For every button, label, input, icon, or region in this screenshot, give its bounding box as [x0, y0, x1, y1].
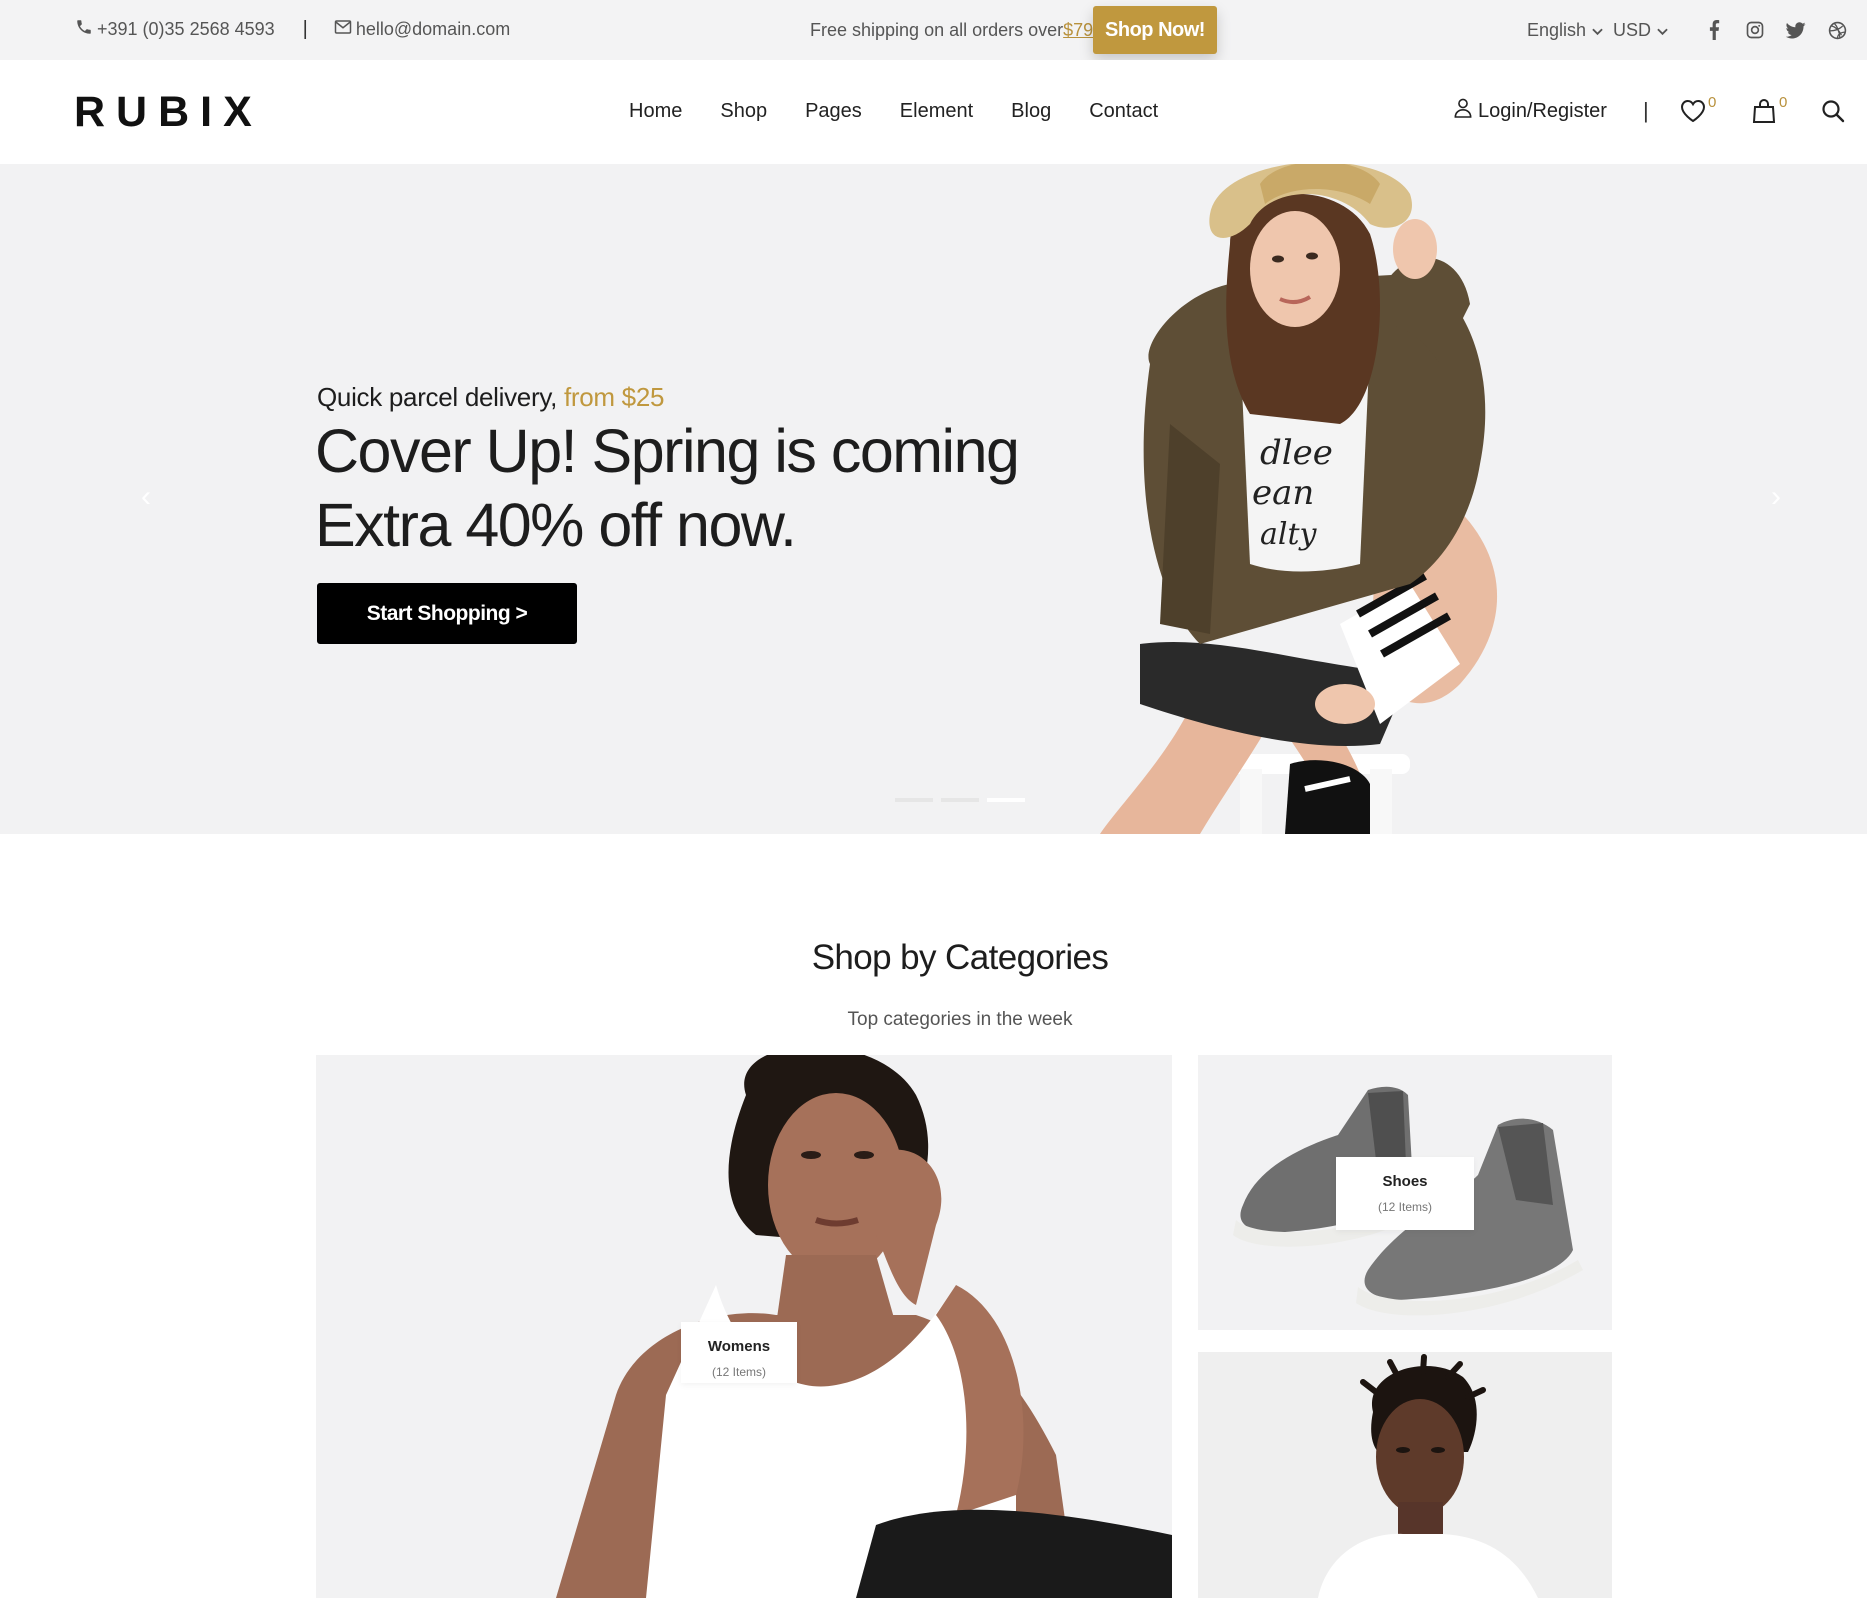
nav-contact[interactable]: Contact — [1089, 100, 1158, 123]
currency-value: USD — [1613, 20, 1652, 40]
category-count: (12 Items) — [1377, 1200, 1432, 1214]
social-links — [1703, 19, 1848, 41]
category-name: Womens — [707, 1338, 771, 1355]
cart-count: 0 — [1779, 94, 1788, 111]
instagram-icon[interactable] — [1744, 19, 1766, 41]
promo-text: Free shipping on all orders over — [810, 20, 1064, 40]
main-nav: Home Shop Pages Element Blog Contact — [629, 100, 1158, 123]
promo-amount-link[interactable]: $79 — [1063, 20, 1093, 40]
email-address: hello@domain.com — [355, 19, 511, 39]
category-count: (12 Items) — [711, 1365, 766, 1379]
slider-prev-arrow[interactable]: ‹ — [136, 480, 156, 513]
free-shipping-promo: Free shipping on all orders over$79 — [810, 20, 1093, 41]
hero-subtitle-text: Quick parcel delivery, — [317, 382, 558, 412]
language-select[interactable]: English — [1527, 20, 1603, 41]
hero-subtitle: Quick parcel delivery, from $25 — [317, 382, 664, 413]
category-badge-womens[interactable]: Womens (12 Items) — [681, 1322, 797, 1383]
phone-number: +391 (0)35 2568 4593 — [97, 19, 275, 39]
facebook-icon[interactable] — [1703, 19, 1725, 41]
slider-dots — [895, 798, 1025, 802]
nav-shop[interactable]: Shop — [720, 100, 767, 123]
category-name: Shoes — [1382, 1173, 1428, 1190]
top-bar: +391 (0)35 2568 4593 | hello@domain.com … — [0, 0, 1867, 60]
wishlist-heart-icon[interactable] — [1678, 96, 1708, 126]
hero-model-image: dlee ean alty — [1100, 164, 1498, 834]
svg-text:dlee: dlee — [1260, 433, 1333, 473]
login-register-link[interactable]: Login/Register — [1454, 98, 1607, 124]
currency-select[interactable]: USD — [1613, 20, 1668, 41]
nav-pages[interactable]: Pages — [805, 100, 862, 123]
slider-dot[interactable] — [941, 798, 979, 802]
phone-icon — [75, 18, 93, 41]
slider-next-arrow[interactable]: › — [1766, 480, 1786, 513]
category-tile-shoes[interactable]: Shoes (12 Items) — [1198, 1055, 1612, 1330]
hero-title: Cover Up! Spring is coming Extra 40% off… — [315, 414, 1115, 562]
login-register-label: Login/Register — [1478, 99, 1607, 122]
hero-title-line-1: Cover Up! Spring is coming — [315, 417, 1020, 485]
chevron-down-icon — [1592, 20, 1603, 41]
twitter-icon[interactable] — [1785, 19, 1807, 41]
envelope-icon — [334, 19, 352, 40]
categories-title: Shop by Categories — [811, 938, 1109, 977]
svg-text:ean: ean — [1252, 473, 1314, 513]
phone-link[interactable]: +391 (0)35 2568 4593 — [75, 18, 275, 41]
user-icon — [1454, 98, 1472, 124]
email-link[interactable]: hello@domain.com — [334, 19, 510, 40]
start-shopping-button[interactable]: Start Shopping > — [317, 583, 577, 644]
shopping-bag-icon[interactable] — [1749, 96, 1779, 126]
category-tile-men[interactable] — [1198, 1352, 1612, 1598]
nav-home[interactable]: Home — [629, 100, 682, 123]
header-separator: | — [1643, 98, 1649, 123]
shop-now-button[interactable]: Shop Now! — [1093, 6, 1217, 54]
hero-slider: ‹ › Quick parcel delivery, from $25 Cove… — [0, 164, 1867, 834]
dribbble-icon[interactable] — [1826, 19, 1848, 41]
slider-dot[interactable] — [895, 798, 933, 802]
category-badge-shoes[interactable]: Shoes (12 Items) — [1336, 1157, 1474, 1230]
chevron-down-icon — [1657, 20, 1668, 41]
wishlist-count: 0 — [1708, 94, 1717, 111]
language-value: English — [1527, 20, 1587, 40]
contact-separator: | — [302, 18, 308, 40]
nav-blog[interactable]: Blog — [1011, 100, 1051, 123]
slider-dot-active[interactable] — [987, 798, 1025, 802]
hero-title-line-2: Extra 40% off now. — [315, 491, 797, 559]
category-tile-womens[interactable]: Womens (12 Items) — [316, 1055, 1172, 1598]
nav-element[interactable]: Element — [900, 100, 973, 123]
search-icon[interactable] — [1818, 96, 1848, 126]
men-model-image — [1318, 1354, 1538, 1598]
locale-selectors: English USD — [1527, 20, 1668, 41]
contact-info: +391 (0)35 2568 4593 | hello@domain.com — [75, 18, 510, 41]
svg-text:alty: alty — [1260, 517, 1318, 552]
hero-subtitle-highlight: from $25 — [563, 382, 665, 412]
site-logo[interactable]: RUBIX — [74, 88, 263, 137]
site-header: RUBIX Home Shop Pages Element Blog Conta… — [0, 60, 1867, 164]
categories-subtitle: Top categories in the week — [847, 1009, 1073, 1030]
